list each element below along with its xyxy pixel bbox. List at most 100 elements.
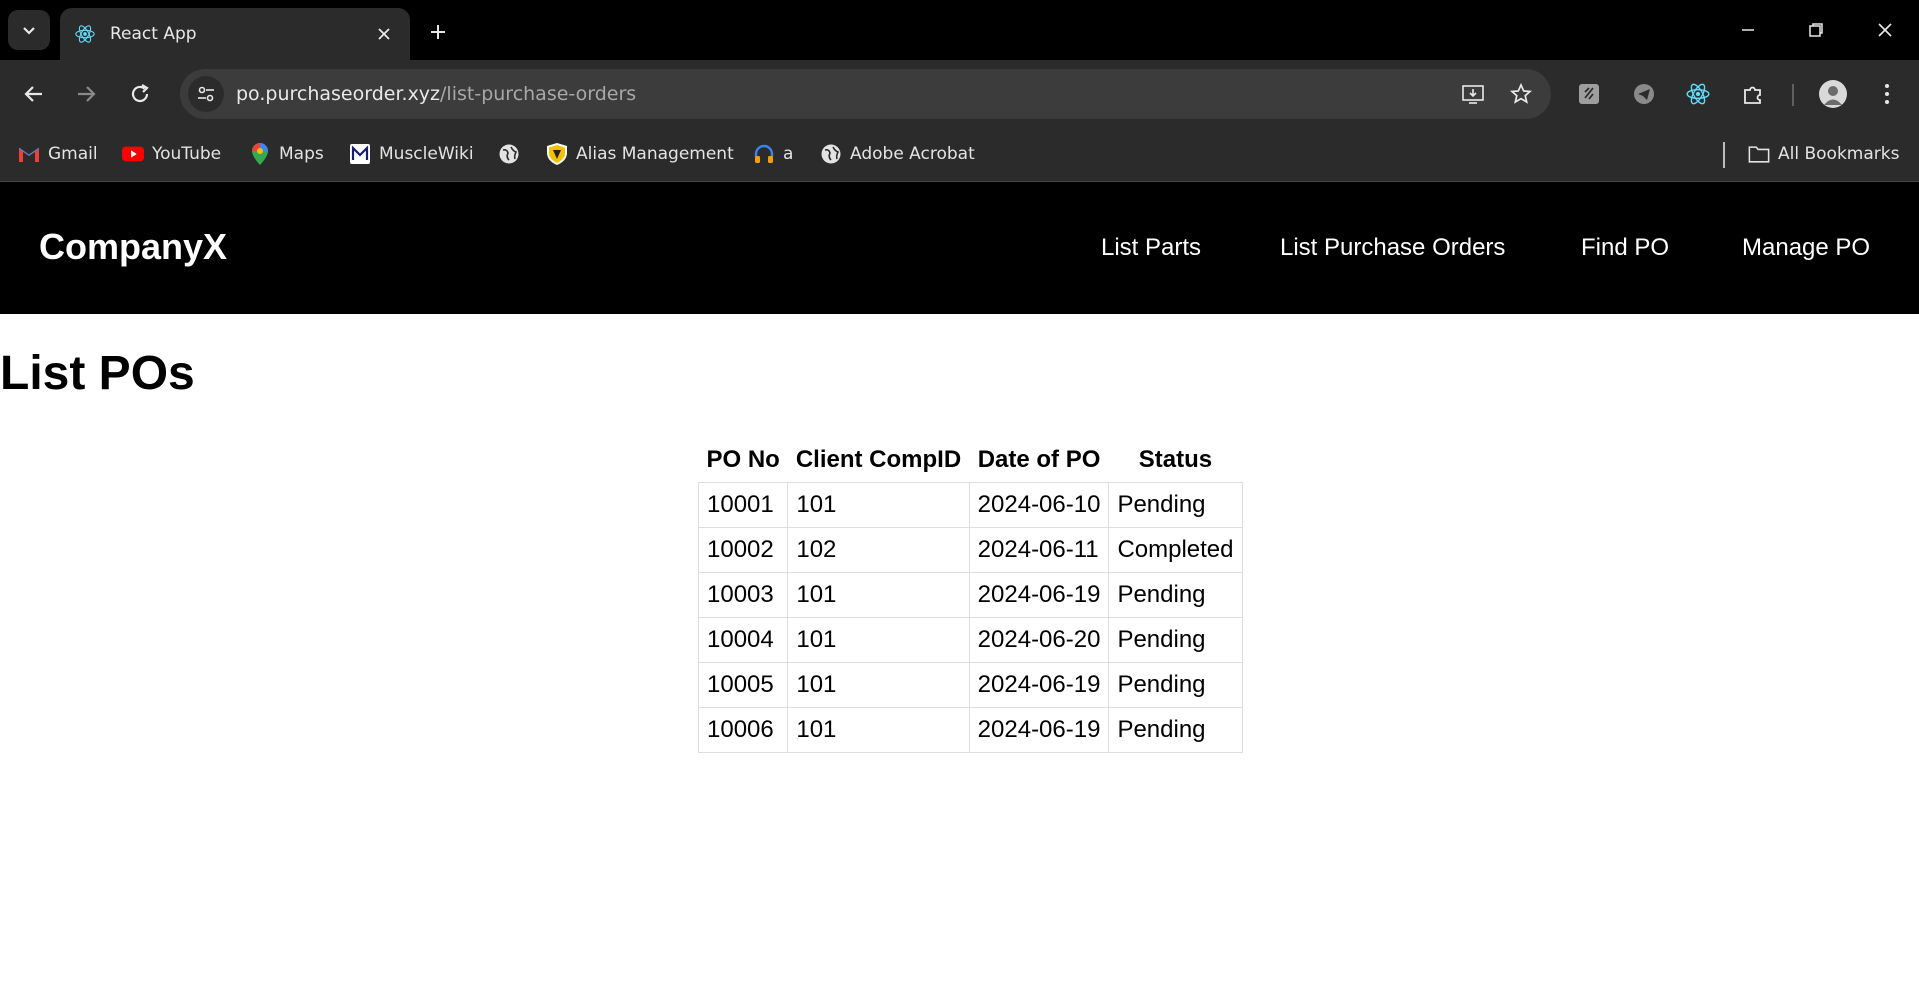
tab-search-button[interactable] bbox=[8, 10, 50, 50]
reload-button[interactable] bbox=[122, 76, 158, 112]
minimize-button[interactable] bbox=[1726, 12, 1770, 48]
globe-icon bbox=[498, 143, 520, 165]
maps-icon bbox=[249, 143, 271, 165]
toolbar-separator bbox=[1792, 84, 1794, 106]
column-header-client-compid: Client CompID bbox=[795, 445, 962, 473]
column-header-date-of-po: Date of PO bbox=[977, 445, 1101, 473]
more-vert-icon bbox=[1885, 84, 1889, 104]
star-icon bbox=[1509, 82, 1533, 104]
youtube-icon bbox=[122, 143, 144, 165]
column-header-status: Status bbox=[1138, 445, 1213, 473]
nav-list-purchase-orders[interactable]: List Purchase Orders bbox=[1280, 234, 1505, 262]
shield-icon bbox=[546, 143, 568, 165]
site-info-button[interactable] bbox=[188, 76, 224, 112]
extension-telegram-button[interactable] bbox=[1627, 77, 1661, 111]
bookmark-musclewiki[interactable]: MuscleWiki bbox=[349, 140, 474, 168]
bookmark-label: YouTube bbox=[152, 144, 222, 164]
bookmark-label: a bbox=[783, 144, 794, 164]
po-no-cell: 10004 bbox=[697, 616, 789, 663]
po-no-cell: 10006 bbox=[697, 706, 789, 753]
new-tab-button[interactable] bbox=[422, 16, 454, 48]
bookmark-gmail[interactable]: Gmail bbox=[18, 140, 98, 168]
musclewiki-icon bbox=[349, 143, 371, 165]
bookmark-label: Gmail bbox=[48, 144, 98, 164]
po-no-cell: 10003 bbox=[697, 571, 789, 618]
bookmark-globe[interactable] bbox=[498, 140, 528, 168]
arrow-right-icon bbox=[78, 86, 96, 102]
nav-manage-po[interactable]: Manage PO bbox=[1742, 234, 1870, 262]
app-navbar: CompanyX List Parts List Purchase Orders… bbox=[0, 182, 1919, 314]
react-icon bbox=[1686, 83, 1710, 105]
table-row: 10002 102 2024-06-11 Completed bbox=[697, 526, 1243, 573]
reload-icon bbox=[131, 84, 149, 103]
po-no-cell: 10001 bbox=[697, 481, 789, 528]
url-text[interactable]: po.purchaseorder.xyz/list-purchase-order… bbox=[236, 83, 1455, 105]
status-cell: Pending bbox=[1108, 706, 1243, 753]
install-icon bbox=[1462, 85, 1484, 104]
bookmark-star-button[interactable] bbox=[1503, 76, 1539, 112]
bookmark-adobe-acrobat[interactable]: Adobe Acrobat bbox=[820, 140, 975, 168]
menu-button[interactable] bbox=[1870, 77, 1904, 111]
bookmarks-separator bbox=[1723, 142, 1725, 168]
bookmarks-bar: Gmail YouTube Maps MuscleWiki Alias Mana… bbox=[0, 128, 1919, 182]
back-button[interactable] bbox=[16, 76, 52, 112]
chevron-down-icon bbox=[23, 27, 35, 35]
po-table: PO No Client CompID Date of PO Status 10… bbox=[697, 434, 1243, 753]
nav-find-po[interactable]: Find PO bbox=[1581, 234, 1669, 262]
page-title: List POs bbox=[0, 347, 195, 400]
status-cell: Pending bbox=[1108, 616, 1243, 663]
status-cell: Completed bbox=[1108, 526, 1243, 573]
status-cell: Pending bbox=[1108, 481, 1243, 528]
restore-icon bbox=[1809, 23, 1823, 37]
client-compid-cell: 101 bbox=[787, 616, 970, 663]
extensions-button[interactable] bbox=[1736, 77, 1770, 111]
bookmark-a[interactable]: a bbox=[753, 140, 793, 168]
browser-toolbar: po.purchaseorder.xyz/list-purchase-order… bbox=[0, 60, 1919, 128]
profile-button[interactable] bbox=[1816, 77, 1850, 111]
headset-icon bbox=[753, 143, 775, 165]
address-bar[interactable]: po.purchaseorder.xyz/list-purchase-order… bbox=[180, 69, 1551, 119]
bookmark-maps[interactable]: Maps bbox=[249, 140, 324, 168]
table-row: 10005 101 2024-06-19 Pending bbox=[697, 661, 1243, 708]
bookmark-label: MuscleWiki bbox=[379, 144, 474, 164]
client-compid-cell: 102 bbox=[787, 526, 970, 573]
url-path: /list-purchase-orders bbox=[440, 83, 637, 105]
column-header-po-no: PO No bbox=[706, 445, 780, 473]
tab-close-icon[interactable] bbox=[372, 22, 396, 46]
forward-button[interactable] bbox=[68, 76, 104, 112]
plus-icon bbox=[431, 25, 445, 39]
tune-icon bbox=[198, 86, 214, 102]
table-row: 10001 101 2024-06-10 Pending bbox=[697, 481, 1243, 528]
extension-notes-button[interactable] bbox=[1572, 77, 1606, 111]
tab-title: React App bbox=[110, 24, 197, 44]
globe-icon bbox=[820, 143, 842, 165]
react-icon bbox=[75, 25, 95, 43]
table-row: 10004 101 2024-06-20 Pending bbox=[697, 616, 1243, 663]
status-cell: Pending bbox=[1108, 571, 1243, 618]
close-window-button[interactable] bbox=[1863, 12, 1907, 48]
table-header-row: PO No Client CompID Date of PO Status bbox=[699, 434, 1243, 482]
bookmark-label: Maps bbox=[279, 144, 324, 164]
all-bookmarks-button[interactable]: All Bookmarks bbox=[1748, 140, 1899, 168]
table-row: 10003 101 2024-06-19 Pending bbox=[697, 571, 1243, 618]
puzzle-icon bbox=[1744, 86, 1761, 104]
po-no-cell: 10005 bbox=[697, 661, 789, 708]
extension-react-devtools-button[interactable] bbox=[1681, 77, 1715, 111]
folder-icon bbox=[1748, 143, 1770, 165]
close-icon bbox=[1878, 23, 1892, 37]
bookmark-youtube[interactable]: YouTube bbox=[122, 140, 221, 168]
brand-logo[interactable]: CompanyX bbox=[39, 226, 227, 268]
bookmark-alias-management[interactable]: Alias Management bbox=[546, 140, 734, 168]
install-app-button[interactable] bbox=[1455, 76, 1491, 112]
tab-strip: React App bbox=[0, 0, 1919, 60]
date-cell: 2024-06-19 bbox=[968, 706, 1110, 753]
nav-list-parts[interactable]: List Parts bbox=[1101, 234, 1201, 262]
restore-button[interactable] bbox=[1794, 12, 1838, 48]
date-cell: 2024-06-11 bbox=[968, 526, 1110, 573]
client-compid-cell: 101 bbox=[787, 706, 970, 753]
date-cell: 2024-06-20 bbox=[968, 616, 1110, 663]
all-bookmarks-label: All Bookmarks bbox=[1778, 144, 1900, 164]
date-cell: 2024-06-10 bbox=[968, 481, 1110, 528]
date-cell: 2024-06-19 bbox=[968, 571, 1110, 618]
tab-react-app[interactable]: React App bbox=[60, 8, 410, 60]
